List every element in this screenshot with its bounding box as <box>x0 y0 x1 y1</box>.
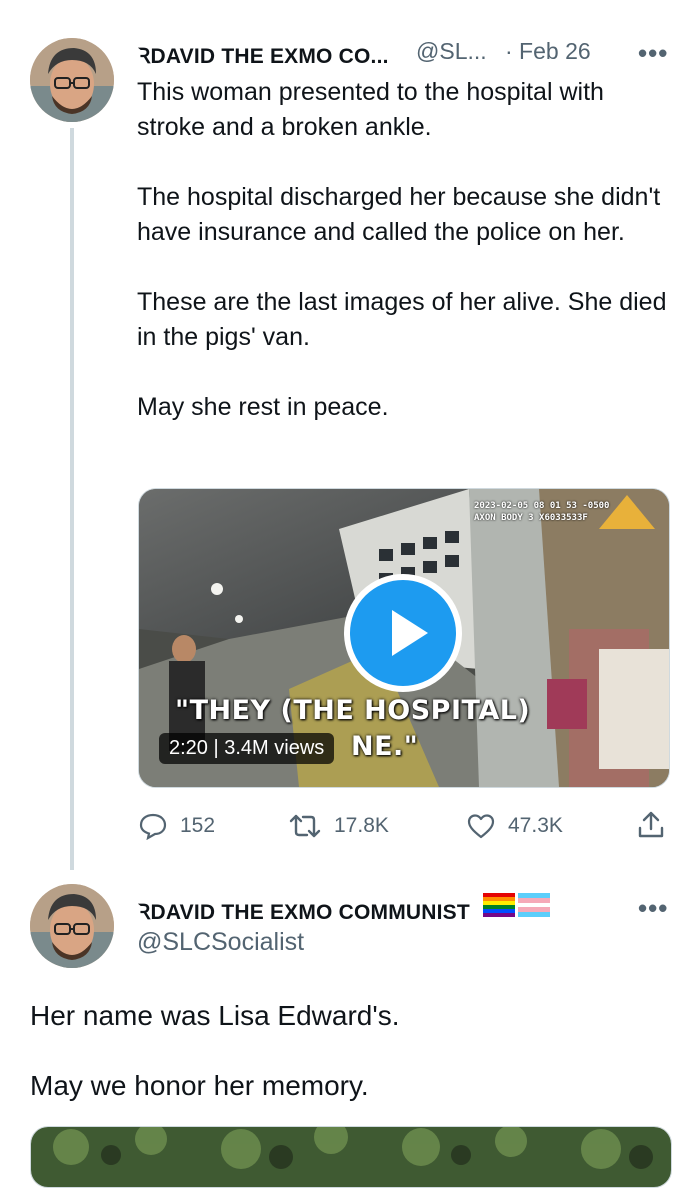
like-button[interactable]: 47.3K <box>466 812 563 840</box>
display-name[interactable]: ꝚDAVID THE EXMO COMMUNIST <box>138 898 470 926</box>
handle[interactable]: @SL... <box>416 38 487 65</box>
video-player[interactable]: 2023-02-05 08 01 53 -0500 AXON BODY 3 X6… <box>138 488 670 788</box>
thread-connector <box>70 128 74 870</box>
retweet-count: 17.8K <box>334 814 389 837</box>
duration-views-badge: 2:20 | 3.4M views <box>159 733 335 764</box>
retweet-button[interactable]: 17.8K <box>288 812 389 840</box>
handle[interactable]: @SLCSocialist <box>137 928 304 957</box>
retweet-icon <box>289 814 321 838</box>
attached-image[interactable] <box>30 1126 672 1188</box>
avatar[interactable] <box>30 884 114 968</box>
play-icon <box>392 610 428 656</box>
share-button[interactable] <box>636 810 666 840</box>
tweet-date[interactable]: · Feb 26 <box>505 38 591 65</box>
share-icon <box>638 811 664 838</box>
avatar[interactable] <box>30 38 114 122</box>
play-button[interactable] <box>344 574 462 692</box>
tweet-text-line2: May we honor her memory. <box>30 1070 369 1101</box>
video-caption-line1: "THEY (THE HOSPITAL) <box>175 695 531 726</box>
bodycam-device-id: AXON BODY 3 X6033533F <box>474 513 588 523</box>
trans-flag-icon <box>518 893 550 917</box>
rainbow-flag-icon <box>483 893 515 917</box>
reply-icon <box>139 813 167 840</box>
reply-button[interactable]: 152 <box>138 812 215 840</box>
bodycam-timestamp: 2023-02-05 08 01 53 -0500 <box>474 501 610 511</box>
more-options-icon[interactable]: ••• <box>638 893 668 924</box>
tweet-text: This woman presented to the hospital wit… <box>137 78 667 421</box>
display-name[interactable]: ꝚDAVID THE EXMO CO... <box>138 42 389 70</box>
reply-count: 152 <box>180 814 216 837</box>
tweet-text-line1: Her name was Lisa Edward's. <box>30 1000 400 1031</box>
like-icon <box>467 814 495 839</box>
video-caption-line2: NE." <box>351 731 419 762</box>
like-count: 47.3K <box>508 814 563 837</box>
more-options-icon[interactable]: ••• <box>638 38 668 69</box>
